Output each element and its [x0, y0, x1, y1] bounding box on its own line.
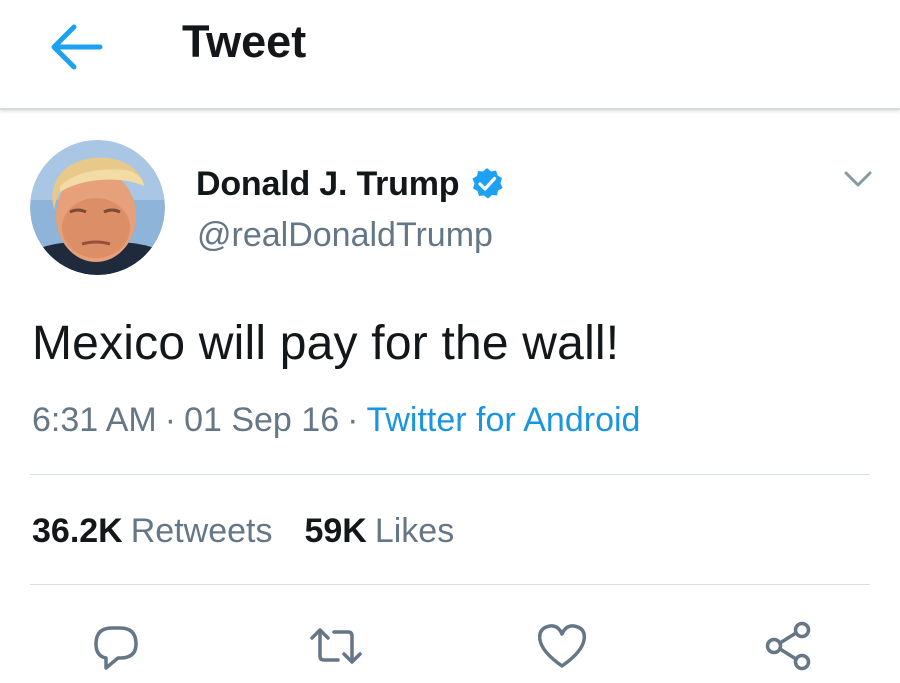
retweets-stat[interactable]: 36.2K Retweets — [32, 509, 272, 553]
share-button[interactable] — [760, 618, 816, 674]
more-options-button[interactable] — [836, 160, 880, 196]
tweet-source-link[interactable]: Twitter for Android — [366, 401, 640, 439]
tweet-detail-screen: Tweet Donald J. Trump @realDonaldTrump M… — [0, 0, 900, 683]
meta-separator: · — [164, 401, 177, 439]
retweets-count: 36.2K — [32, 512, 123, 550]
tweet-text: Mexico will pay for the wall! — [32, 317, 620, 370]
divider — [30, 584, 870, 585]
arrow-left-icon — [51, 24, 103, 70]
retweet-icon — [310, 628, 362, 664]
likes-count: 59K — [304, 512, 367, 550]
author-name-row[interactable]: Donald J. Trump — [196, 162, 505, 206]
page-title: Tweet — [182, 16, 307, 67]
avatar-image — [30, 140, 165, 275]
meta-separator: · — [347, 401, 359, 439]
chevron-down-icon — [844, 171, 872, 187]
verified-badge-icon — [469, 166, 505, 202]
reply-icon — [94, 626, 138, 670]
like-heart-icon — [537, 624, 587, 668]
divider — [30, 474, 870, 475]
back-button[interactable] — [46, 20, 106, 74]
tweet-stats: 36.2K Retweets 59K Likes — [32, 509, 486, 553]
app-header: Tweet — [0, 0, 900, 110]
tweet-time: 6:31 AM — [32, 401, 157, 439]
tweet-date: 01 Sep 16 — [184, 401, 340, 439]
author-name: Donald J. Trump — [196, 165, 460, 203]
likes-label: Likes — [374, 512, 455, 550]
retweet-button[interactable] — [308, 618, 364, 674]
like-button[interactable] — [534, 618, 590, 674]
retweets-label: Retweets — [130, 512, 273, 550]
likes-stat[interactable]: 59K Likes — [304, 509, 454, 553]
share-icon — [765, 621, 811, 671]
avatar[interactable] — [30, 140, 165, 275]
reply-button[interactable] — [88, 618, 144, 674]
author-handle[interactable]: @realDonaldTrump — [197, 213, 493, 257]
tweet-meta: 6:31 AM · 01 Sep 16 · Twitter for Android — [32, 398, 640, 442]
